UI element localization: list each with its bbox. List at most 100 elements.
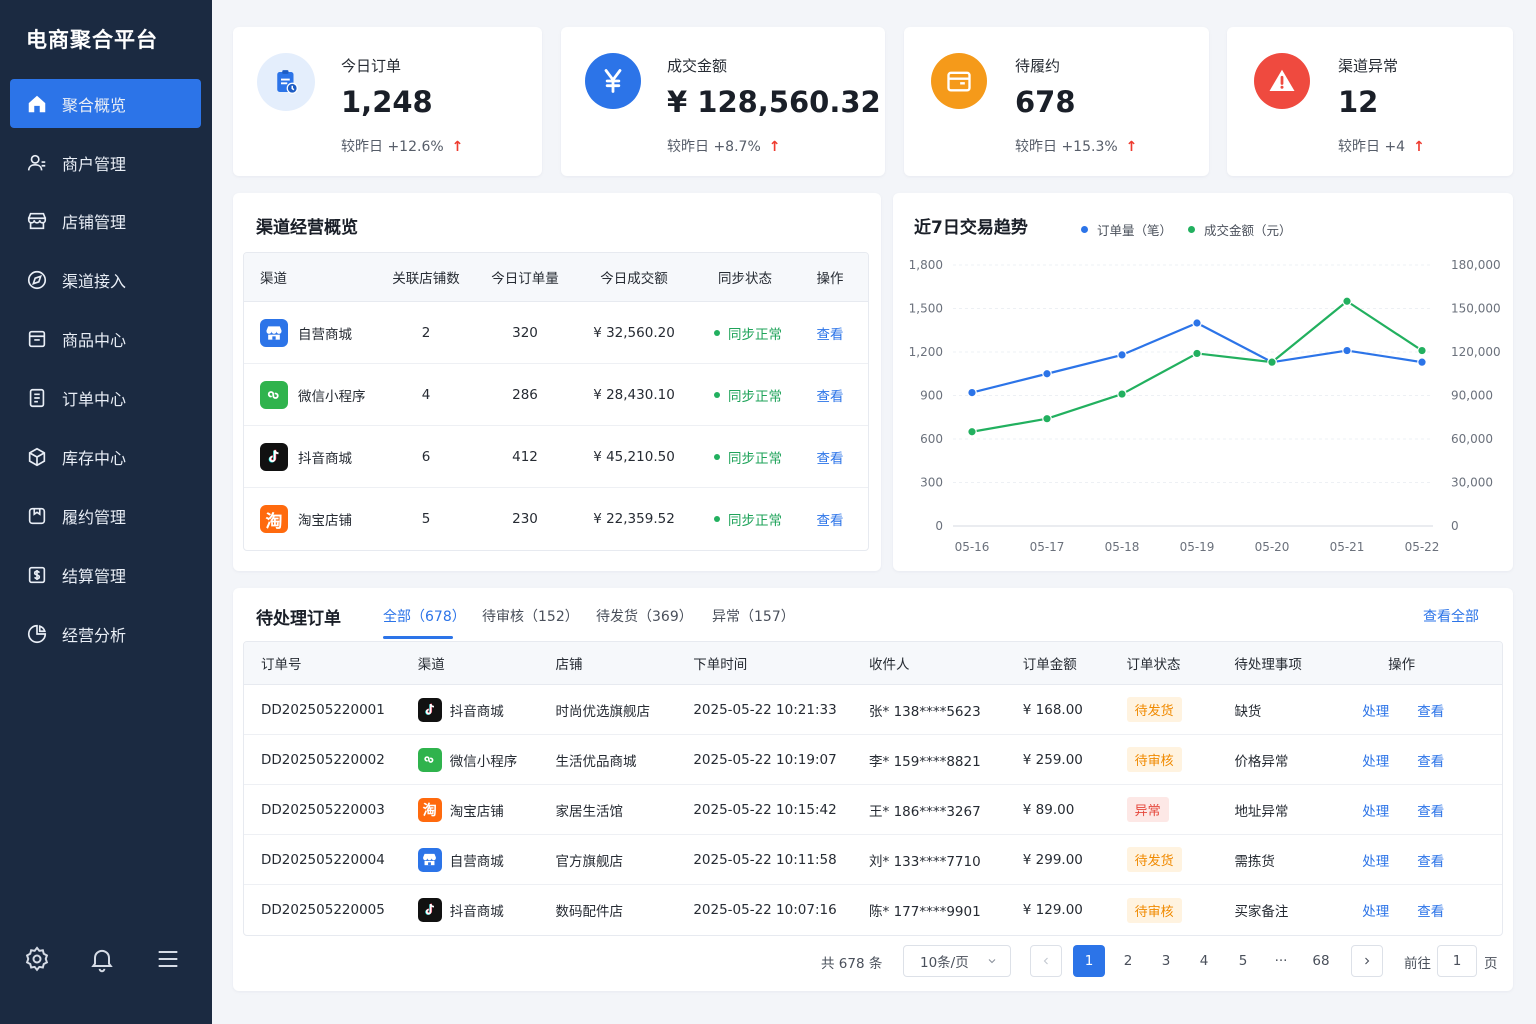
sidebar-item-inventory[interactable]: 库存中心 — [10, 432, 201, 481]
view-link[interactable]: 查看 — [792, 447, 868, 467]
view-link[interactable]: 查看 — [792, 323, 868, 343]
view-link[interactable]: 查看 — [792, 385, 868, 405]
gear-icon[interactable] — [23, 945, 51, 973]
kpi-label: 今日订单 — [341, 57, 402, 75]
order-time: 2025-05-22 10:21:33 — [693, 701, 837, 718]
chevron-left-icon — [1043, 957, 1048, 965]
tab-all[interactable]: 全部（678） — [383, 606, 466, 626]
chevron-down-icon — [988, 959, 996, 964]
sidebar-item-label: 结算管理 — [62, 566, 127, 586]
actions-cell: 处理 查看 — [1360, 700, 1502, 720]
page-5[interactable]: 5 — [1227, 945, 1259, 977]
page-3[interactable]: 3 — [1150, 945, 1182, 977]
channel-table: 渠道 关联店铺数 今日订单量 今日成交额 同步状态 操作 自营商城 2 320 … — [243, 252, 869, 551]
sidebar-item-label: 聚合概览 — [62, 95, 127, 115]
order-amount: ¥ 259.00 — [1022, 751, 1083, 768]
settlement-icon — [28, 566, 46, 583]
menu-icon[interactable] — [154, 945, 182, 973]
kpi-compare-text: 较昨日 +15.3% — [1015, 139, 1118, 155]
sidebar-item-overview[interactable]: 聚合概览 — [10, 79, 201, 128]
sync-status: 同步正常 — [688, 447, 792, 467]
trend-chart-card: 近7日交易趋势 订单量（笔） 成交金额（元） 0 0 300 30,000 600 60,… — [893, 193, 1513, 571]
channel-cell: 自营商城 — [244, 318, 382, 347]
col-header: 今日成交额 — [600, 271, 668, 287]
data-point — [1042, 413, 1052, 424]
kpi-icon-wrap — [257, 53, 315, 111]
kpi-compare-text: 较昨日 +4 — [1338, 139, 1406, 155]
recipient: 刘* 133****7710 — [869, 853, 981, 870]
table-row: DD202505220005 抖音商城 数码配件店 2025-05-22 10:… — [244, 885, 1502, 935]
sidebar-item-merchant[interactable]: 商户管理 — [10, 138, 201, 187]
data-point — [1117, 350, 1127, 360]
y-tick-label-right: 30,000 — [1451, 476, 1493, 490]
col-header: 下单时间 — [693, 657, 748, 673]
sidebar-item-channel[interactable]: 渠道接入 — [10, 255, 201, 304]
view-link[interactable]: 查看 — [1417, 850, 1444, 870]
view-all-link[interactable]: 查看全部 — [1423, 606, 1479, 626]
sidebar-item-store[interactable]: 店铺管理 — [10, 196, 201, 245]
y-tick-label-left: 600 — [920, 432, 943, 446]
status-badge: 待审核 — [1126, 897, 1182, 923]
view-link[interactable]: 查看 — [792, 509, 868, 529]
channel-name: 微信小程序 — [449, 753, 518, 770]
goto-page-input[interactable]: 1 — [1437, 945, 1477, 977]
page-4[interactable]: 4 — [1188, 945, 1220, 977]
store-count: 6 — [421, 448, 431, 465]
process-link[interactable]: 处理 — [1362, 750, 1389, 770]
order-id: DD202505220001 — [261, 701, 385, 718]
y-tick-label-left: 1,500 — [909, 302, 943, 316]
channel-name: 淘宝店铺 — [449, 803, 504, 820]
store-count: 2 — [421, 324, 431, 341]
view-link[interactable]: 查看 — [1417, 750, 1444, 770]
store-name: 官方旗舰店 — [555, 853, 624, 870]
col-header: 渠道 — [417, 657, 445, 673]
col-header: 渠道 — [260, 271, 287, 287]
channel-cell: 微信小程序 — [244, 380, 382, 409]
data-point — [1117, 389, 1127, 399]
process-link[interactable]: 处理 — [1362, 700, 1389, 720]
page-1[interactable]: 1 — [1073, 945, 1105, 977]
sidebar-item-fulfillment[interactable]: 履约管理 — [10, 491, 201, 540]
page-size-select[interactable]: 10条/页 — [903, 945, 1011, 977]
sidebar-item-product[interactable]: 商品中心 — [10, 314, 201, 363]
sidebar-item-label: 商品中心 — [62, 330, 127, 350]
recipient: 王* 186****3267 — [869, 803, 981, 820]
home-icon — [28, 95, 46, 112]
status-dot — [714, 516, 720, 522]
tab-pending-shipment[interactable]: 待发货（369） — [596, 606, 693, 626]
channel-overview-card: 渠道经营概览 渠道 关联店铺数 今日订单量 今日成交额 同步状态 操作 自营商城… — [233, 193, 881, 571]
table-row: 抖音商城 6 412 ¥ 45,210.50 同步正常 查看 — [244, 426, 868, 488]
product-icon — [28, 330, 46, 347]
tab-pending-review[interactable]: 待审核（152） — [482, 606, 579, 626]
next-page-button[interactable] — [1351, 945, 1383, 977]
order-amount: ¥ 129.00 — [1022, 902, 1083, 918]
process-link[interactable]: 处理 — [1362, 850, 1389, 870]
order-amount: ¥ 89.00 — [1022, 801, 1075, 818]
bell-icon[interactable] — [88, 945, 116, 973]
amount: ¥ 32,560.20 — [593, 324, 675, 341]
page-68[interactable]: 68 — [1305, 945, 1337, 977]
sidebar-item-analytics[interactable]: 经营分析 — [10, 609, 201, 658]
sidebar-item-settlement[interactable]: 结算管理 — [10, 550, 201, 599]
page-ellipsis[interactable]: ··· — [1265, 945, 1297, 977]
table-row: DD202505220004 自营商城 官方旗舰店 2025-05-22 10:… — [244, 835, 1502, 885]
status-badge: 待审核 — [1126, 747, 1182, 772]
view-link[interactable]: 查看 — [1417, 800, 1444, 820]
prev-page-button[interactable] — [1030, 945, 1062, 977]
channel-name: 抖音商城 — [449, 904, 504, 920]
pending-issue: 买家备注 — [1234, 904, 1289, 920]
process-link[interactable]: 处理 — [1362, 800, 1389, 820]
kpi-compare: 较昨日 +12.6% ↑ — [341, 136, 463, 156]
channel-name: 抖音商城 — [298, 450, 352, 467]
actions-cell: 处理 查看 — [1360, 850, 1502, 870]
amount: ¥ 45,210.50 — [593, 448, 675, 465]
tab-exception[interactable]: 异常（157） — [712, 606, 795, 626]
y-tick-label-left: 1,200 — [909, 345, 943, 359]
sidebar-item-order[interactable]: 订单中心 — [10, 373, 201, 422]
view-link[interactable]: 查看 — [1417, 700, 1444, 720]
col-header: 关联店铺数 — [392, 271, 460, 287]
view-link[interactable]: 查看 — [1417, 900, 1444, 920]
page-2[interactable]: 2 — [1112, 945, 1144, 977]
kpi-card-orders: 今日订单 1,248 较昨日 +12.6% ↑ — [233, 27, 542, 176]
process-link[interactable]: 处理 — [1362, 900, 1389, 920]
